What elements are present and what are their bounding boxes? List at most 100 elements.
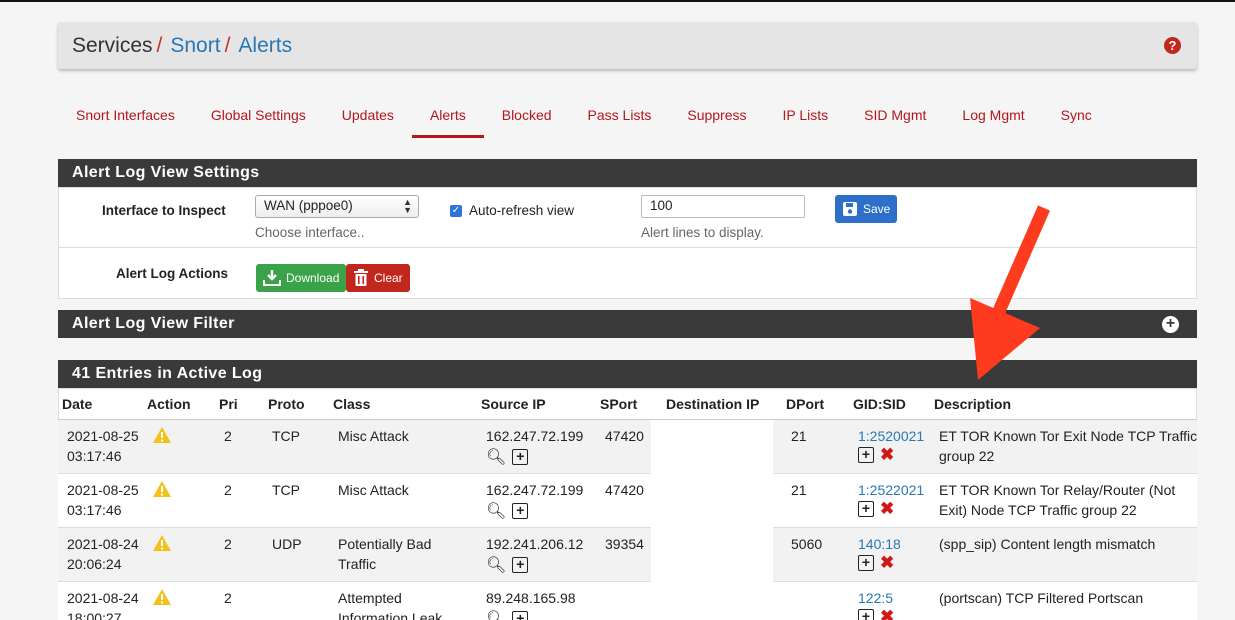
save-label: Save <box>863 202 891 216</box>
tab-suppress[interactable]: Suppress <box>669 95 764 135</box>
row4-description: (portscan) TCP Filtered Portscan <box>939 590 1144 606</box>
row2-source-ip[interactable]: 162.247.72.199 <box>486 480 583 500</box>
row1-sport: 47420 <box>605 428 644 444</box>
row1-class: Misc Attack <box>338 428 409 444</box>
row1-gid-sid[interactable]: 1:2520021 <box>858 426 924 446</box>
annotation-arrow <box>970 205 1050 380</box>
row3-proto: UDP <box>272 536 302 552</box>
row2-description: ET TOR Known Tor Relay/Router (Not Exit) … <box>939 482 1176 518</box>
disable-rule-icon[interactable]: ✖ <box>880 446 894 463</box>
add-icon[interactable]: + <box>512 557 529 573</box>
tab-sid-mgmt[interactable]: SID Mgmt <box>846 95 944 135</box>
row3-pri: 2 <box>224 536 232 552</box>
row3-description: (spp_sip) Content length mismatch <box>939 536 1156 552</box>
window-top-border <box>0 0 1235 2</box>
col-source-ip[interactable]: Source IP <box>481 396 546 412</box>
autorefresh-checkbox[interactable]: ✓ <box>450 205 462 217</box>
trash-icon <box>354 269 368 286</box>
add-suppress-icon[interactable]: + <box>858 501 874 517</box>
breadcrumb-snort[interactable]: Snort <box>170 34 220 58</box>
tab-log-mgmt[interactable]: Log Mgmt <box>944 95 1042 135</box>
search-icon[interactable]: 🔍︎ <box>486 501 506 521</box>
tab-bar: Snort Interfaces Global Settings Updates… <box>58 95 1110 139</box>
floppy-icon <box>843 202 857 216</box>
row2-dport: 21 <box>791 482 807 498</box>
warning-icon <box>153 481 171 497</box>
add-icon[interactable]: + <box>512 449 529 465</box>
expand-plus-icon[interactable]: + <box>1162 316 1179 333</box>
row2-proto: TCP <box>272 482 300 498</box>
add-suppress-icon[interactable]: + <box>858 555 874 571</box>
clear-button[interactable]: Clear <box>346 264 410 292</box>
tab-ip-lists[interactable]: IP Lists <box>765 95 847 135</box>
add-suppress-icon[interactable]: + <box>858 609 874 620</box>
col-proto[interactable]: Proto <box>268 396 305 412</box>
tab-updates[interactable]: Updates <box>324 95 412 135</box>
tab-global-settings[interactable]: Global Settings <box>193 95 324 135</box>
row4-gid-sid[interactable]: 122:5 <box>858 588 893 608</box>
row3-source-ip[interactable]: 192.241.206.12 <box>486 534 583 554</box>
col-destination-ip[interactable]: Destination IP <box>666 396 759 412</box>
row3-class: Potentially Bad Traffic <box>338 536 432 572</box>
row1-source-ip[interactable]: 162.247.72.199 <box>486 426 583 446</box>
col-pri[interactable]: Pri <box>219 396 238 412</box>
select-arrows-icon: ▲ ▼ <box>403 197 412 215</box>
search-icon[interactable]: 🔍︎ <box>486 555 506 575</box>
add-icon[interactable]: + <box>512 611 529 620</box>
search-icon[interactable]: 🔍︎ <box>486 447 506 467</box>
download-label: Download <box>286 271 340 285</box>
download-button[interactable]: Download <box>256 264 347 292</box>
col-class[interactable]: Class <box>333 396 370 412</box>
disable-rule-icon[interactable]: ✖ <box>880 500 894 517</box>
row2-sport: 47420 <box>605 482 644 498</box>
tab-blocked[interactable]: Blocked <box>484 95 570 135</box>
breadcrumb-alerts[interactable]: Alerts <box>238 34 292 58</box>
row1-pri: 2 <box>224 428 232 444</box>
col-description[interactable]: Description <box>934 396 1011 412</box>
col-action[interactable]: Action <box>147 396 191 412</box>
disable-rule-icon[interactable]: ✖ <box>880 554 894 571</box>
alert-lines-hint: Alert lines to display. <box>641 225 764 240</box>
tab-pass-lists[interactable]: Pass Lists <box>570 95 670 135</box>
interface-select-value: WAN (pppoe0) <box>264 198 353 213</box>
row3-gid-sid[interactable]: 140:18 <box>858 534 901 554</box>
row1-proto: TCP <box>272 428 300 444</box>
interface-hint: Choose interface.. <box>255 225 365 240</box>
tab-sync[interactable]: Sync <box>1043 95 1110 135</box>
row1-date: 2021-08-25 03:17:46 <box>67 428 139 464</box>
row2-gid-sid[interactable]: 1:2522021 <box>858 480 924 500</box>
col-dport[interactable]: DPort <box>786 396 824 412</box>
row1-dport: 21 <box>791 428 807 444</box>
row2-date: 2021-08-25 03:17:46 <box>67 482 139 518</box>
search-icon[interactable]: 🔍︎ <box>486 609 506 620</box>
tab-snort-interfaces[interactable]: Snort Interfaces <box>58 95 193 135</box>
add-suppress-icon[interactable]: + <box>858 447 874 463</box>
save-button[interactable]: Save <box>835 195 898 223</box>
row2-class: Misc Attack <box>338 482 409 498</box>
destination-ip-column <box>651 420 773 620</box>
tab-alerts[interactable]: Alerts <box>411 95 484 138</box>
col-sport[interactable]: SPort <box>600 396 637 412</box>
row4-date: 2021-08-24 18:00:27 <box>67 590 139 620</box>
disable-rule-icon[interactable]: ✖ <box>880 608 894 620</box>
help-icon[interactable]: ? <box>1164 37 1181 54</box>
alert-lines-input[interactable]: 100 <box>641 195 805 218</box>
warning-icon <box>153 535 171 551</box>
col-gid-sid[interactable]: GID:SID <box>853 396 906 412</box>
col-date[interactable]: Date <box>62 396 92 412</box>
add-icon[interactable]: + <box>512 503 529 519</box>
settings-panel-title: Alert Log View Settings <box>58 159 1197 187</box>
log-actions-label: Alert Log Actions <box>116 266 229 281</box>
interface-label: Interface to Inspect <box>102 203 226 218</box>
breadcrumb: Services / Snort / Alerts ? <box>58 22 1197 69</box>
row1-description: ET TOR Known Tor Exit Node TCP Traffic gr… <box>939 428 1198 464</box>
interface-select[interactable]: WAN (pppoe0) ▲ ▼ <box>255 195 419 218</box>
clear-label: Clear <box>374 271 403 285</box>
row3-date: 2021-08-24 20:06:24 <box>67 536 139 572</box>
row-divider <box>58 527 1197 528</box>
breadcrumb-services: Services <box>72 33 153 57</box>
row-divider <box>58 581 1197 582</box>
warning-icon <box>153 427 171 443</box>
row4-source-ip[interactable]: 89.248.165.98 <box>486 588 576 608</box>
download-icon <box>263 270 281 286</box>
